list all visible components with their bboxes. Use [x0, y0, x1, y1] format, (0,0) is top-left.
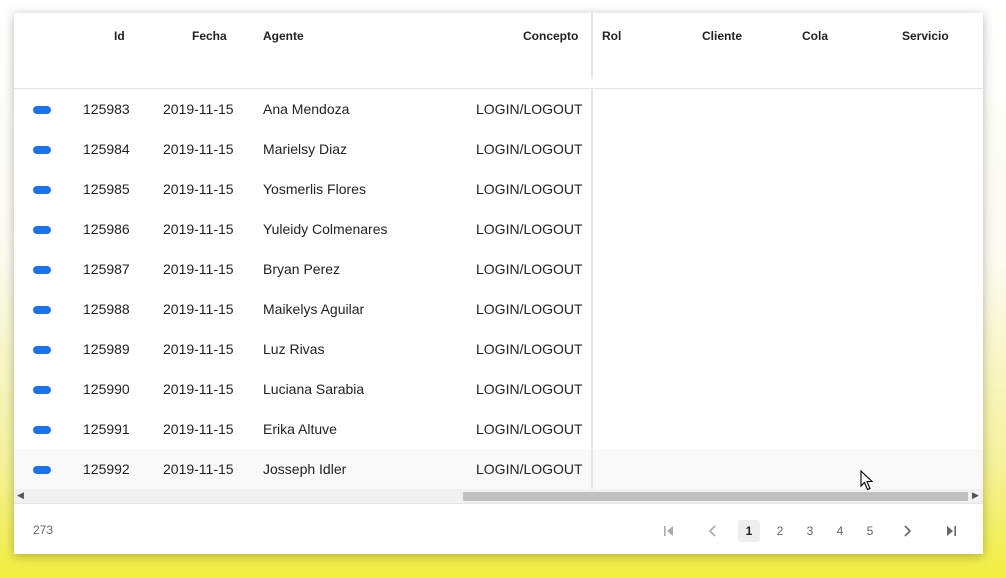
- column-header-cola[interactable]: Cola: [802, 29, 828, 43]
- table-row[interactable]: 125986 2019-11-15 Yuleidy Colmenares LOG…: [14, 209, 983, 249]
- table-row[interactable]: 125983 2019-11-15 Ana Mendoza LOGIN/LOGO…: [14, 89, 983, 129]
- table-row[interactable]: 125991 2019-11-15 Erika Altuve LOGIN/LOG…: [14, 409, 983, 449]
- column-header-servicio[interactable]: Servicio: [902, 29, 949, 43]
- table-row[interactable]: 125985 2019-11-15 Yosmerlis Flores LOGIN…: [14, 169, 983, 209]
- page-button-2[interactable]: 2: [769, 520, 791, 542]
- status-pill-icon: [33, 186, 51, 194]
- cell-agente: Luciana Sarabia: [263, 381, 365, 397]
- prev-page-icon[interactable]: [702, 520, 724, 542]
- cell-agente: Luz Rivas: [263, 341, 325, 357]
- column-header-rol[interactable]: Rol: [602, 29, 621, 43]
- status-pill-icon: [33, 146, 51, 154]
- cell-id: 125991: [83, 421, 130, 437]
- cell-fecha: 2019-11-15: [163, 301, 234, 317]
- status-pill-icon: [33, 266, 51, 274]
- table-row[interactable]: 125987 2019-11-15 Bryan Perez LOGIN/LOGO…: [14, 249, 983, 289]
- column-header-id[interactable]: Id: [114, 29, 125, 43]
- cell-id: 125984: [83, 141, 130, 157]
- cell-concepto: LOGIN/LOGOUT: [476, 341, 583, 357]
- page-button-3[interactable]: 3: [799, 520, 821, 542]
- cell-id: 125986: [83, 221, 130, 237]
- status-pill-icon: [33, 426, 51, 434]
- cell-agente: Bryan Perez: [263, 261, 341, 277]
- column-header-cliente[interactable]: Cliente: [702, 29, 742, 43]
- cell-fecha: 2019-11-15: [163, 221, 234, 237]
- status-pill-icon: [33, 306, 51, 314]
- pinned-column-divider-body: [591, 89, 593, 489]
- cell-id: 125983: [83, 101, 130, 117]
- cell-fecha: 2019-11-15: [163, 261, 234, 277]
- cell-concepto: LOGIN/LOGOUT: [476, 461, 583, 477]
- cell-concepto: LOGIN/LOGOUT: [476, 421, 583, 437]
- scroll-right-arrow-icon[interactable]: ▶: [972, 490, 979, 501]
- table-row[interactable]: 125989 2019-11-15 Luz Rivas LOGIN/LOGOUT: [14, 329, 983, 369]
- status-pill-icon: [33, 466, 51, 474]
- column-header-agente[interactable]: Agente: [263, 29, 304, 43]
- cell-fecha: 2019-11-15: [163, 421, 234, 437]
- cell-fecha: 2019-11-15: [163, 101, 234, 117]
- cell-id: 125990: [83, 381, 130, 397]
- page-button-4[interactable]: 4: [829, 520, 851, 542]
- last-page-icon[interactable]: [940, 520, 962, 542]
- cell-agente: Ana Mendoza: [263, 101, 350, 117]
- status-pill-icon: [33, 106, 51, 114]
- column-header-fecha[interactable]: Fecha: [192, 29, 227, 43]
- page-button-1[interactable]: 1: [738, 520, 760, 542]
- cell-id: 125987: [83, 261, 130, 277]
- cell-agente: Josseph Idler: [263, 461, 347, 477]
- cell-agente: Yuleidy Colmenares: [263, 221, 388, 237]
- status-pill-icon: [33, 386, 51, 394]
- cell-id: 125988: [83, 301, 130, 317]
- page-button-5[interactable]: 5: [859, 520, 881, 542]
- table-row[interactable]: 125984 2019-11-15 Marielsy Diaz LOGIN/LO…: [14, 129, 983, 169]
- cell-fecha: 2019-11-15: [163, 181, 234, 197]
- status-pill-icon: [33, 346, 51, 354]
- scrollbar-thumb[interactable]: [463, 492, 968, 501]
- cell-concepto: LOGIN/LOGOUT: [476, 101, 583, 117]
- scroll-left-arrow-icon[interactable]: ◀: [17, 490, 24, 501]
- cell-id: 125989: [83, 341, 130, 357]
- table-row[interactable]: 125988 2019-11-15 Maikelys Aguilar LOGIN…: [14, 289, 983, 329]
- cell-agente: Erika Altuve: [263, 421, 337, 437]
- horizontal-scrollbar[interactable]: ◀ ▶: [14, 489, 983, 503]
- table-body: 125983 2019-11-15 Ana Mendoza LOGIN/LOGO…: [14, 89, 983, 489]
- first-page-icon[interactable]: [658, 520, 680, 542]
- column-header-concepto[interactable]: Concepto: [523, 29, 578, 43]
- cell-id: 125985: [83, 181, 130, 197]
- cell-fecha: 2019-11-15: [163, 381, 234, 397]
- table-row[interactable]: 125992 2019-11-15 Josseph Idler LOGIN/LO…: [14, 449, 983, 489]
- cell-concepto: LOGIN/LOGOUT: [476, 181, 583, 197]
- table-row[interactable]: 125990 2019-11-15 Luciana Sarabia LOGIN/…: [14, 369, 983, 409]
- cell-concepto: LOGIN/LOGOUT: [476, 381, 583, 397]
- next-page-icon[interactable]: [896, 520, 918, 542]
- cell-concepto: LOGIN/LOGOUT: [476, 261, 583, 277]
- cell-agente: Yosmerlis Flores: [263, 181, 366, 197]
- total-count: 273: [33, 523, 54, 537]
- mouse-pointer-icon: [860, 469, 874, 497]
- table-footer: 273 1 2 3 4 5: [14, 503, 983, 555]
- cell-concepto: LOGIN/LOGOUT: [476, 141, 583, 157]
- cell-agente: Marielsy Diaz: [263, 141, 348, 157]
- table-header: Id Fecha Agente Concepto Rol Cliente Col…: [14, 13, 983, 89]
- cell-concepto: LOGIN/LOGOUT: [476, 301, 583, 317]
- cell-concepto: LOGIN/LOGOUT: [476, 221, 583, 237]
- cell-fecha: 2019-11-15: [163, 461, 234, 477]
- cell-id: 125992: [83, 461, 130, 477]
- cell-fecha: 2019-11-15: [163, 341, 234, 357]
- cell-fecha: 2019-11-15: [163, 141, 234, 157]
- status-pill-icon: [33, 226, 51, 234]
- cell-agente: Maikelys Aguilar: [263, 301, 365, 317]
- data-table-card: Id Fecha Agente Concepto Rol Cliente Col…: [14, 13, 983, 554]
- pinned-column-divider[interactable]: [591, 13, 593, 79]
